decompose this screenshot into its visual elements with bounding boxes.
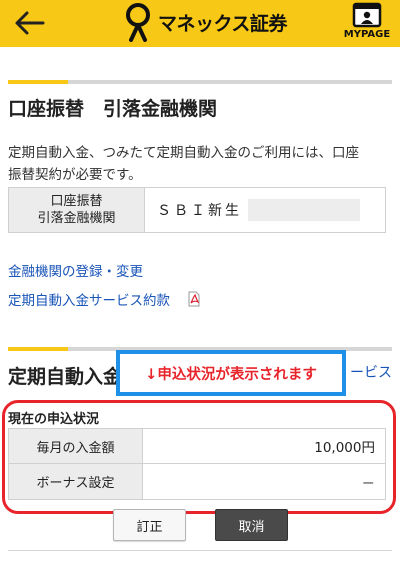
masked-account-info	[248, 199, 360, 221]
bank-account-header: 口座振替 引落金融機関	[9, 188, 145, 232]
back-button[interactable]	[12, 8, 48, 38]
row-value: 10,000円	[314, 440, 375, 456]
current-status-label: 現在の申込状況	[8, 412, 100, 427]
section-title-account-transfer: 口座振替 引落金融機関	[8, 98, 218, 120]
cancel-button[interactable]: 取消	[215, 509, 288, 541]
pdf-icon[interactable]	[187, 291, 201, 307]
service-link-fragment[interactable]: ービス	[350, 362, 392, 382]
row-value: －	[361, 475, 376, 492]
table-row: ボーナス設定 －	[9, 464, 385, 499]
section-divider	[8, 80, 392, 84]
status-table: 毎月の入金額 10,000円 ボーナス設定 －	[8, 428, 386, 500]
section-title-auto-deposit: 定期自動入金	[8, 366, 123, 388]
status-callout: ↓申込状況が表示されます	[116, 350, 346, 396]
notice-line: 定期自動入金、つみたて定期自動入金のご利用には、口座	[8, 145, 359, 161]
notice-text: 定期自動入金、つみたて定期自動入金のご利用には、口座 振替契約が必要です。	[8, 142, 392, 186]
monex-logo-icon	[126, 3, 150, 42]
row-label: ボーナス設定	[9, 464, 143, 499]
bank-name: ＳＢＩ新生	[157, 203, 242, 219]
table-row: 毎月の入金額 10,000円	[9, 429, 385, 464]
brand-name: マネックス証券	[158, 12, 287, 35]
bank-register-link[interactable]: 金融機関の登録・変更	[8, 260, 143, 280]
notice-line: 振替契約が必要です。	[8, 167, 142, 183]
mypage-icon	[352, 2, 382, 28]
mypage-label: MYPAGE	[343, 29, 391, 40]
app-header: マネックス証券 MYPAGE	[0, 0, 400, 47]
brand-logo[interactable]: マネックス証券	[122, 0, 287, 44]
bottom-divider	[8, 550, 392, 551]
bank-account-value: ＳＢＩ新生	[145, 188, 385, 232]
row-label: 毎月の入金額	[9, 429, 143, 463]
edit-button[interactable]: 訂正	[113, 509, 186, 541]
terms-link[interactable]: 定期自動入金サービス約款	[8, 289, 170, 309]
bank-account-table: 口座振替 引落金融機関 ＳＢＩ新生	[8, 187, 386, 233]
back-arrow-icon	[15, 11, 45, 35]
mypage-button[interactable]: MYPAGE	[338, 2, 396, 46]
